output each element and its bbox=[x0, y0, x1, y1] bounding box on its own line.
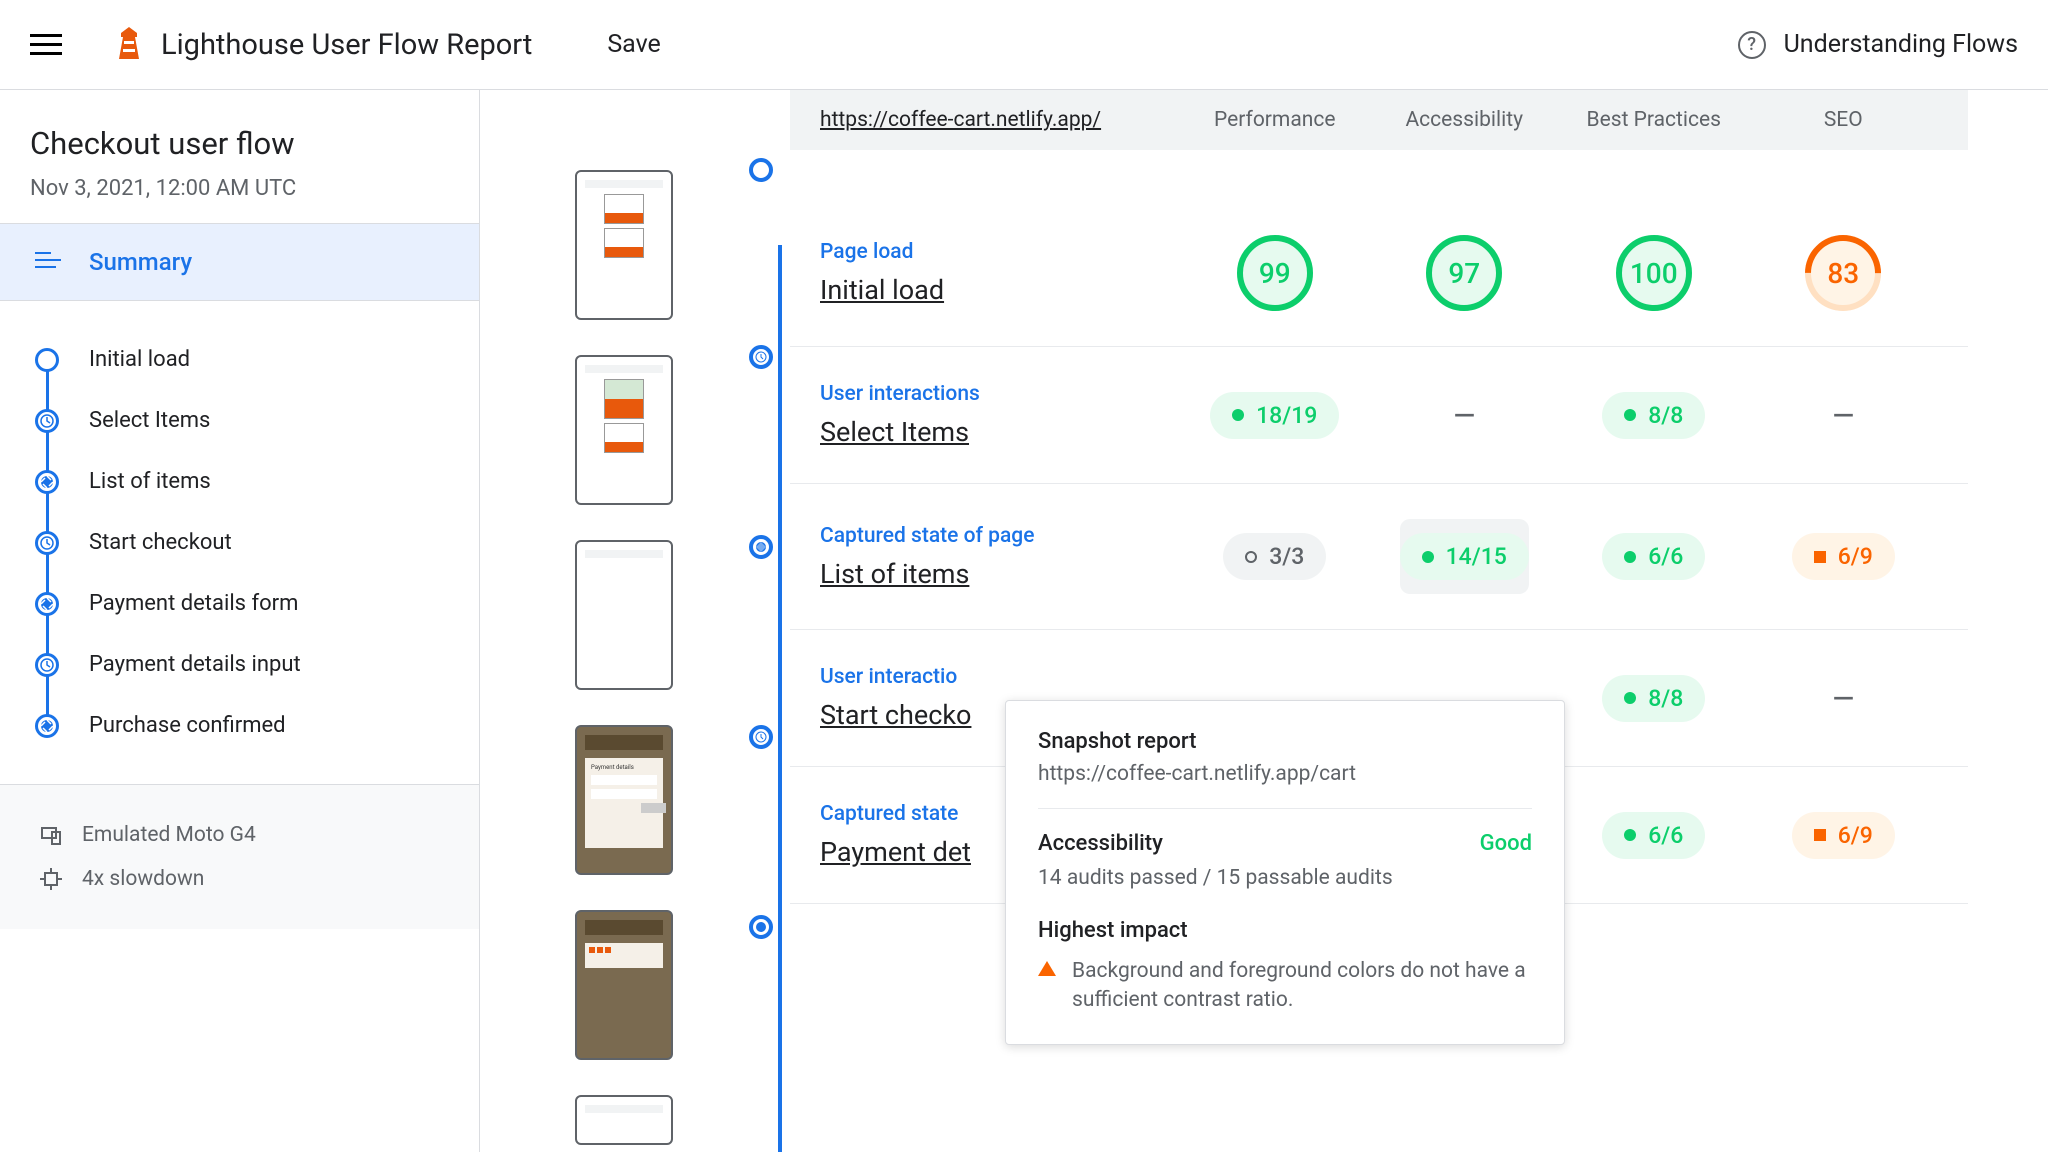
timeline-node[interactable] bbox=[749, 158, 773, 182]
tooltip-audits: 14 audits passed / 15 passable audits bbox=[1038, 866, 1532, 890]
thumb[interactable] bbox=[575, 540, 673, 690]
nav-step[interactable]: Initial load bbox=[0, 329, 479, 390]
table-row: User interactions Select Items 18/19 — 8/8 — bbox=[790, 347, 1968, 484]
help-icon: ? bbox=[1738, 31, 1766, 59]
thumb[interactable] bbox=[575, 355, 673, 505]
url-col[interactable]: https://coffee-cart.netlify.app/ bbox=[820, 108, 1180, 132]
tooltip-category: Accessibility bbox=[1038, 831, 1163, 856]
timeline-node[interactable] bbox=[749, 725, 773, 749]
nav-step[interactable]: Payment details input bbox=[0, 634, 479, 695]
clock-icon bbox=[35, 409, 59, 433]
thumb[interactable] bbox=[575, 910, 673, 1060]
nav-step[interactable]: Purchase confirmed bbox=[0, 695, 479, 756]
score-gauge[interactable]: 99 bbox=[1237, 235, 1313, 311]
header: Lighthouse User Flow Report Save ? Under… bbox=[0, 0, 2048, 90]
nav-step[interactable]: Start checkout bbox=[0, 512, 479, 573]
tooltip-impact-text: Background and foreground colors do not … bbox=[1072, 957, 1532, 1016]
clock-icon bbox=[35, 531, 59, 555]
flow-title: Checkout user flow bbox=[30, 125, 449, 162]
score-pill[interactable]: 6/6 bbox=[1602, 812, 1705, 859]
tooltip-title: Snapshot report bbox=[1038, 729, 1532, 754]
nav-step[interactable]: Payment details form bbox=[0, 573, 479, 634]
thumb[interactable]: Payment details bbox=[575, 725, 673, 875]
circle-icon bbox=[35, 348, 59, 372]
thumbnails: Payment details bbox=[575, 170, 790, 1145]
score-pill[interactable]: 6/6 bbox=[1602, 533, 1705, 580]
nav-step-label: Start checkout bbox=[89, 530, 232, 555]
help-link[interactable]: ? Understanding Flows bbox=[1738, 30, 2018, 59]
dash: — bbox=[1453, 399, 1475, 432]
nav-step-label: Payment details form bbox=[89, 591, 298, 616]
tooltip-url: https://coffee-cart.netlify.app/cart bbox=[1038, 762, 1532, 786]
table-row: Page load Initial load 99 97 100 83 bbox=[790, 200, 1968, 347]
env-device: Emulated Moto G4 bbox=[82, 823, 256, 847]
dash: — bbox=[1832, 399, 1854, 432]
aperture-icon bbox=[35, 470, 59, 494]
score-pill[interactable]: 6/9 bbox=[1792, 812, 1895, 859]
cpu-icon bbox=[40, 868, 62, 890]
help-label: Understanding Flows bbox=[1784, 30, 2018, 59]
nav-step-label: List of items bbox=[89, 469, 211, 494]
aperture-icon bbox=[35, 592, 59, 616]
env-info: Emulated Moto G4 4x slowdown bbox=[0, 785, 479, 929]
row-type: Page load bbox=[820, 240, 1180, 264]
score-gauge[interactable]: 83 bbox=[1805, 235, 1881, 311]
row-type: User interactio bbox=[820, 665, 1180, 689]
timeline: Payment details bbox=[480, 90, 790, 1152]
nav-step-label: Payment details input bbox=[89, 652, 301, 677]
score-pill[interactable]: 14/15 bbox=[1400, 533, 1529, 580]
row-type: Captured state of page bbox=[820, 524, 1180, 548]
nav-step-label: Initial load bbox=[89, 347, 190, 372]
score-pill[interactable]: 8/8 bbox=[1602, 675, 1705, 722]
tooltip: Snapshot report https://coffee-cart.netl… bbox=[1005, 700, 1565, 1045]
nav-step[interactable]: Select Items bbox=[0, 390, 479, 451]
env-cpu: 4x slowdown bbox=[82, 867, 204, 891]
nav-summary-label: Summary bbox=[89, 248, 192, 276]
table-header: https://coffee-cart.netlify.app/ Perform… bbox=[790, 90, 1968, 150]
row-type: User interactions bbox=[820, 382, 1180, 406]
col-seo: SEO bbox=[1749, 108, 1939, 132]
col-bp: Best Practices bbox=[1559, 108, 1749, 132]
timeline-node[interactable] bbox=[749, 345, 773, 369]
timeline-node[interactable] bbox=[749, 535, 773, 559]
lighthouse-icon bbox=[117, 27, 141, 63]
col-perf: Performance bbox=[1180, 108, 1370, 132]
tooltip-impact-label: Highest impact bbox=[1038, 918, 1532, 943]
dash: — bbox=[1832, 682, 1854, 715]
app-title: Lighthouse User Flow Report bbox=[161, 28, 532, 62]
row-name[interactable]: Initial load bbox=[820, 274, 1180, 306]
thumb[interactable] bbox=[575, 1095, 673, 1145]
table-row: Captured state of page List of items 3/3 14… bbox=[790, 484, 1968, 630]
row-name[interactable]: Select Items bbox=[820, 416, 1180, 448]
timeline-node[interactable] bbox=[749, 915, 773, 939]
nav-step[interactable]: List of items bbox=[0, 451, 479, 512]
save-button[interactable]: Save bbox=[607, 30, 660, 59]
col-a11y: Accessibility bbox=[1370, 108, 1560, 132]
clock-icon bbox=[35, 653, 59, 677]
score-gauge[interactable]: 100 bbox=[1616, 235, 1692, 311]
row-name[interactable]: List of items bbox=[820, 558, 1180, 590]
aperture-icon bbox=[35, 714, 59, 738]
menu-icon[interactable] bbox=[30, 28, 62, 61]
nav-summary[interactable]: Summary bbox=[0, 224, 479, 300]
nav-step-label: Purchase confirmed bbox=[89, 713, 286, 738]
tooltip-status: Good bbox=[1480, 831, 1532, 856]
nav-steps: Initial load Select Items List of items Sta… bbox=[0, 301, 479, 784]
score-gauge[interactable]: 97 bbox=[1426, 235, 1502, 311]
sidebar: Checkout user flow Nov 3, 2021, 12:00 AM… bbox=[0, 90, 480, 1152]
score-pill[interactable]: 6/9 bbox=[1792, 533, 1895, 580]
thumb[interactable] bbox=[575, 170, 673, 320]
score-pill[interactable]: 8/8 bbox=[1602, 392, 1705, 439]
score-pill[interactable]: 18/19 bbox=[1210, 392, 1339, 439]
device-icon bbox=[40, 824, 62, 846]
list-icon bbox=[35, 252, 61, 272]
warning-icon bbox=[1038, 961, 1056, 976]
nav-step-label: Select Items bbox=[89, 408, 210, 433]
score-pill[interactable]: 3/3 bbox=[1223, 533, 1326, 580]
flow-date: Nov 3, 2021, 12:00 AM UTC bbox=[30, 176, 449, 201]
